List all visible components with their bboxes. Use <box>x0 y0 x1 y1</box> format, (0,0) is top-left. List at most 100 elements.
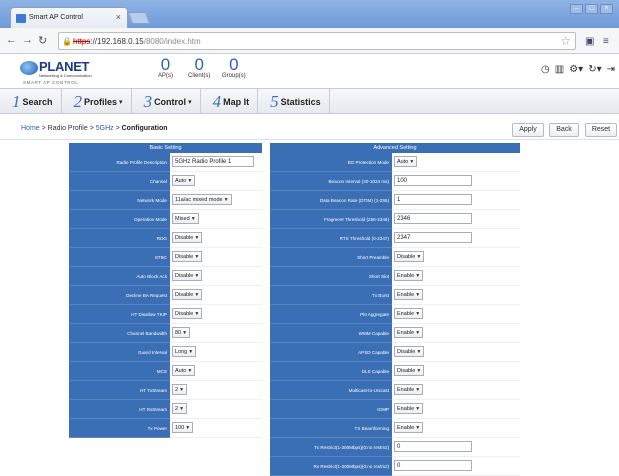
globe-icon <box>20 61 38 75</box>
apsd-capable-select[interactable]: Disable ▼ <box>394 346 425 358</box>
select-value: 80 <box>175 330 182 337</box>
breadcrumb-separator: > <box>113 125 122 132</box>
counter-aps[interactable]: 0 AP(s) <box>158 55 173 79</box>
basic-setting-panel: Basic Setting Radio Profile Description 5… <box>69 143 262 438</box>
counter-groups[interactable]: 0 Group(s) <box>222 55 246 79</box>
menu-profiles[interactable]: 2 Profiles ▾ <box>62 89 132 114</box>
settings-gear-icon[interactable]: ⚙▾ <box>569 64 583 75</box>
logo-subtitle: SMART AP CONTROL <box>23 80 79 85</box>
logout-icon[interactable]: ⇥ <box>607 64 615 75</box>
counter-label: Client(s) <box>188 73 211 79</box>
refresh-icon[interactable]: ↻▾ <box>588 64 601 75</box>
tx-burst-select[interactable]: Enable ▼ <box>394 289 424 301</box>
tx-power-select[interactable]: 100 ▼ <box>172 422 194 434</box>
menu-number: 4 <box>212 91 222 111</box>
operation-mode-select[interactable]: Mixed ▼ <box>172 213 199 225</box>
menu-control[interactable]: 3 Control ▾ <box>132 89 201 114</box>
mcs-select[interactable]: Auto ▼ <box>172 365 196 377</box>
short-preamble-select[interactable]: Disable ▼ <box>394 251 425 263</box>
reset-button[interactable]: Reset <box>585 123 617 137</box>
menu-map-it[interactable]: 4 Map It <box>201 89 259 114</box>
setting-row: HT RxStream 2 ▼ <box>69 399 262 419</box>
menu-label: Statistics <box>280 96 321 107</box>
menu-search[interactable]: 1 Search <box>0 89 62 114</box>
rx-restrict-1-300mbps-0-no-restrict-input[interactable]: 0 <box>394 460 472 472</box>
browser-tab[interactable]: Smart AP Control × <box>10 7 128 28</box>
radio-profile-description-input[interactable]: 5GHz Radio Profile 1 <box>172 156 254 168</box>
setting-label: Pkt Aggregate <box>270 304 392 324</box>
breadcrumb-radio-profile[interactable]: Radio Profile <box>48 125 88 132</box>
breadcrumb: Home > Radio Profile > 5GHz > Configurat… <box>21 125 168 132</box>
statistics-icon[interactable]: ▥ <box>555 64 564 75</box>
setting-row: RTS Threshold (0-2347) 2347 <box>270 228 520 248</box>
setting-label: DLS Capable <box>270 361 392 381</box>
setting-value-cell: 11a/ac mixed mode ▼ <box>170 190 262 210</box>
setting-label: RDG <box>69 228 170 248</box>
dropdown-arrow-icon: ▼ <box>194 254 200 261</box>
chrome-menu-icon[interactable]: ≡ <box>603 36 609 47</box>
auto-block-ack-select[interactable]: Disable ▼ <box>172 270 203 282</box>
maximize-icon[interactable]: □ <box>585 4 598 14</box>
setting-row: APSD Capable Disable ▼ <box>270 342 520 362</box>
tx-restrict-1-300mbps-0-no-restrict-input[interactable]: 0 <box>394 441 472 453</box>
dls-capable-select[interactable]: Disable ▼ <box>394 365 425 377</box>
setting-row: Guard Interval Long ▼ <box>69 342 262 362</box>
url-scheme: https <box>73 37 91 46</box>
logo-tagline: Networking & Communication <box>39 73 92 78</box>
lock-icon: 🔒 <box>62 37 72 46</box>
breadcrumb-home[interactable]: Home <box>21 125 40 132</box>
setting-value-cell: Disable ▼ <box>392 247 520 267</box>
guard-interval-select[interactable]: Long ▼ <box>172 346 197 358</box>
select-value: Enable <box>397 387 415 394</box>
ht-rxstream-select[interactable]: 2 ▼ <box>172 403 188 415</box>
setting-row: Short Slot Enable ▼ <box>270 266 520 286</box>
short-slot-select[interactable]: Enable ▼ <box>394 270 424 282</box>
dropdown-arrow-icon: ▼ <box>415 387 421 394</box>
url-input[interactable]: 🔒 https://192.168.0.15/8080/index.htm ☆ <box>58 32 576 50</box>
data-beacon-rate-dtim-1-255-input[interactable]: 1 <box>394 194 472 206</box>
setting-value-cell: Enable ▼ <box>392 285 520 305</box>
setting-row: RDG Disable ▼ <box>69 228 262 248</box>
ht-disallow-tkip-select[interactable]: Disable ▼ <box>172 308 203 320</box>
setting-label: Multicast-to-Unicast <box>270 380 392 400</box>
wmm-capable-select[interactable]: Enable ▼ <box>394 327 424 339</box>
dashboard-icon[interactable]: ◷ <box>541 64 550 75</box>
extension-icon[interactable]: ▣ <box>585 36 594 47</box>
setting-row: DLS Capable Disable ▼ <box>270 361 520 381</box>
menu-statistics[interactable]: 5 Statistics <box>258 89 330 114</box>
network-mode-select[interactable]: 11a/ac mixed mode ▼ <box>172 194 232 206</box>
decline-ba-request-select[interactable]: Disable ▼ <box>172 289 203 301</box>
setting-row: Auto Block Ack Disable ▼ <box>69 266 262 286</box>
fragment-threshold-256-2346-input[interactable]: 2346 <box>394 213 472 225</box>
setting-label: Guard Interval <box>69 342 170 362</box>
igmp-select[interactable]: Enable ▼ <box>394 403 424 415</box>
close-tab-icon[interactable]: × <box>116 12 121 22</box>
stbc-select[interactable]: Disable ▼ <box>172 251 203 263</box>
breadcrumb-band[interactable]: 5GHz <box>96 125 114 132</box>
setting-value-cell: Disable ▼ <box>392 342 520 362</box>
multicast-to-unicast-select[interactable]: Enable ▼ <box>394 384 424 396</box>
pkt-aggregate-select[interactable]: Enable ▼ <box>394 308 424 320</box>
close-window-icon[interactable]: × <box>600 4 613 14</box>
dropdown-arrow-icon: ▼ <box>415 273 421 280</box>
bg-protection-mode-select[interactable]: Auto ▼ <box>394 156 418 168</box>
new-tab-button[interactable] <box>127 12 151 24</box>
reload-icon[interactable]: ↻ <box>38 34 47 47</box>
minimize-icon[interactable]: – <box>570 4 583 14</box>
channel-bandwidth-select[interactable]: 80 ▼ <box>172 327 191 339</box>
back-arrow-icon[interactable]: ← <box>6 34 17 46</box>
dropdown-arrow-icon: ▼ <box>194 235 200 242</box>
beacon-interval-20-1024-ms-input[interactable]: 100 <box>394 175 472 187</box>
ht-txstream-select[interactable]: 2 ▼ <box>172 384 188 396</box>
channel-select[interactable]: Auto ▼ <box>172 175 196 187</box>
forward-arrow-icon[interactable]: → <box>22 34 33 46</box>
rdg-select[interactable]: Disable ▼ <box>172 232 203 244</box>
setting-value-cell: Disable ▼ <box>170 266 262 286</box>
apply-button[interactable]: Apply <box>512 123 544 137</box>
dropdown-arrow-icon: ▼ <box>415 406 421 413</box>
bookmark-star-icon[interactable]: ☆ <box>560 34 571 48</box>
rts-threshold-0-2347-input[interactable]: 2347 <box>394 232 472 244</box>
counter-clients[interactable]: 0 Client(s) <box>188 55 210 79</box>
back-button[interactable]: Back <box>549 123 579 137</box>
tx-beamforming-select[interactable]: Enable ▼ <box>394 422 424 434</box>
